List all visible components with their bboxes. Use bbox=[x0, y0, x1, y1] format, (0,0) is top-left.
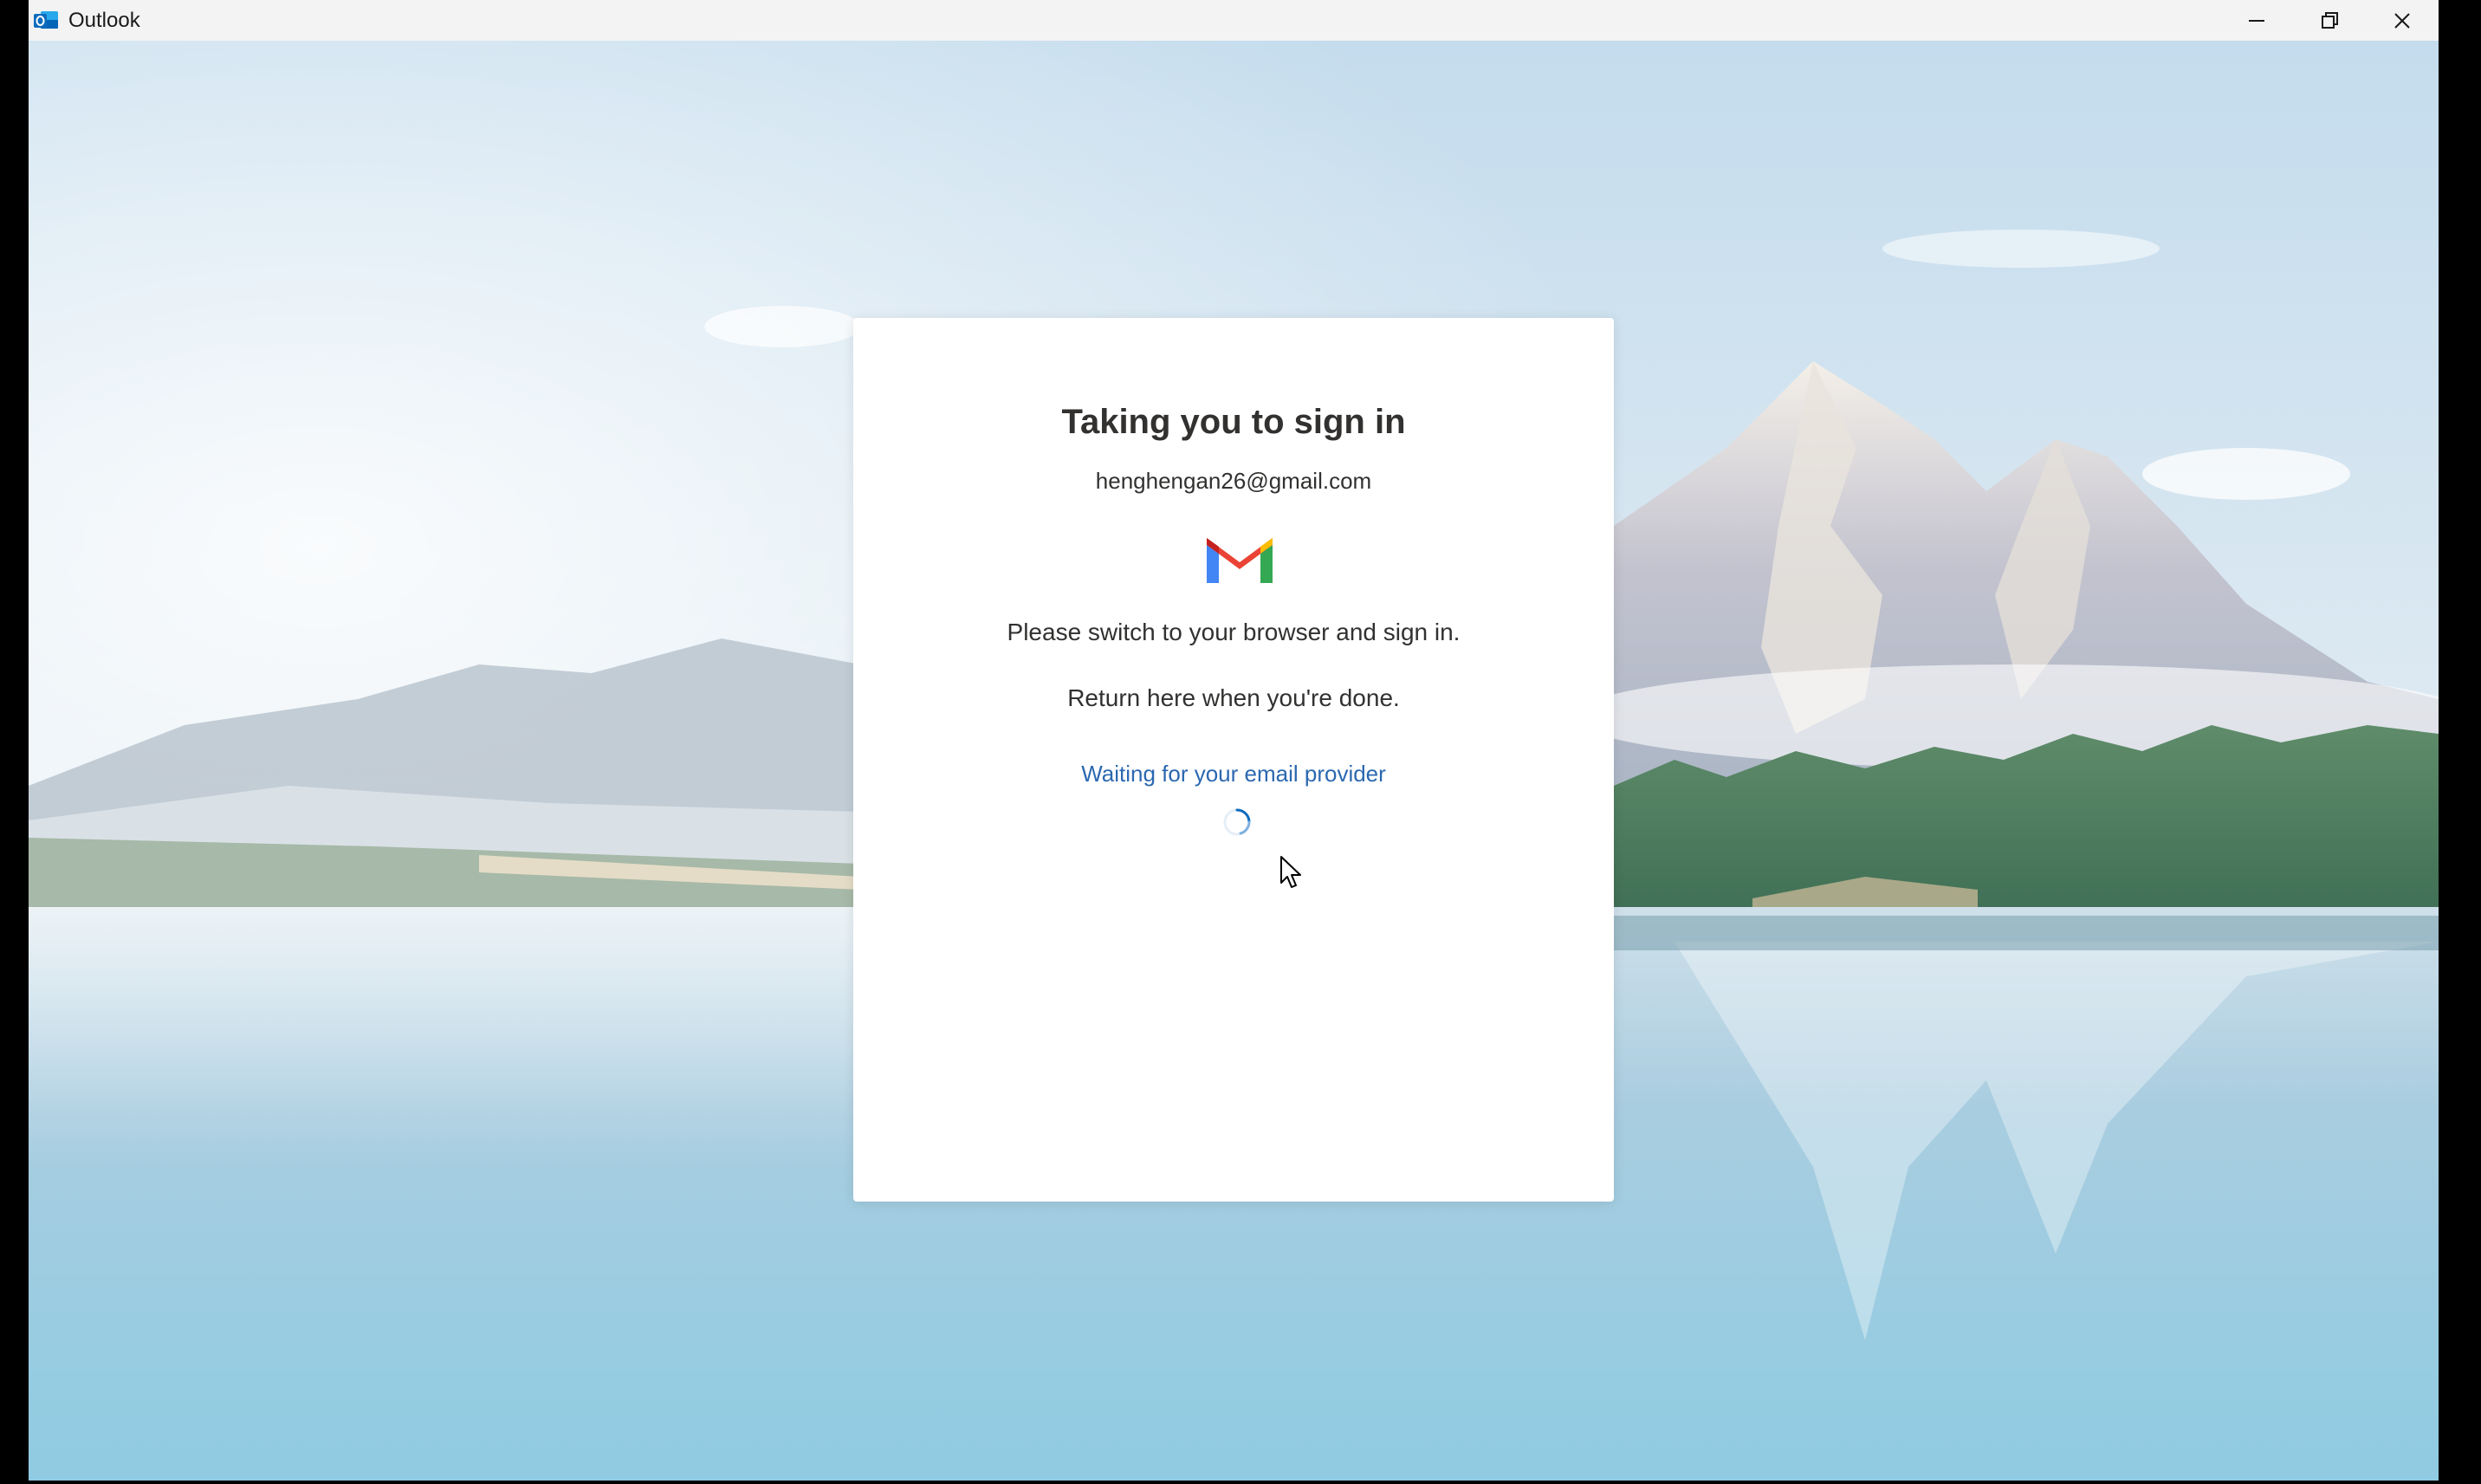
outlook-app-icon bbox=[34, 11, 58, 29]
return-text: Return here when you're done. bbox=[1067, 684, 1400, 711]
sign-in-dialog: Taking you to sign in henghengan26@gmail… bbox=[853, 318, 1614, 1202]
instruction-text: Please switch to your browser and sign i… bbox=[1007, 619, 1461, 645]
dialog-title: Taking you to sign in bbox=[1061, 403, 1406, 441]
close-button[interactable] bbox=[2366, 0, 2439, 41]
restore-icon bbox=[2322, 11, 2338, 29]
status-text: Waiting for your email provider bbox=[1081, 761, 1386, 787]
close-icon bbox=[2394, 12, 2410, 29]
loading-spinner-icon bbox=[1223, 808, 1251, 836]
minimize-button[interactable] bbox=[2220, 0, 2293, 41]
minimize-icon bbox=[2249, 19, 2264, 22]
title-bar[interactable]: Outlook bbox=[29, 0, 2439, 41]
account-email: henghengan26@gmail.com bbox=[1095, 468, 1372, 494]
outlook-window: Outlook Taking you to sign in henghengan… bbox=[29, 0, 2439, 1481]
restore-button[interactable] bbox=[2293, 0, 2366, 41]
window-title: Outlook bbox=[68, 9, 140, 32]
mouse-cursor-icon bbox=[1280, 856, 1301, 888]
window-controls bbox=[2220, 0, 2439, 41]
gmail-logo-icon bbox=[1207, 538, 1273, 583]
